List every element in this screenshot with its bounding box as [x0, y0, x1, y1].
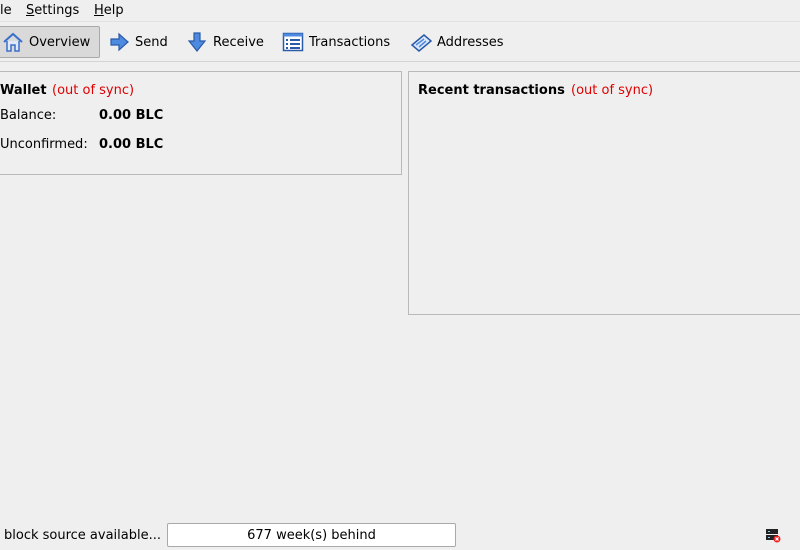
- address-book-icon: [410, 34, 432, 52]
- tab-addresses-label: Addresses: [437, 34, 504, 50]
- receive-arrow-icon: [187, 32, 207, 52]
- network-disconnected-icon[interactable]: [765, 527, 781, 543]
- menu-help-mnemonic: H: [94, 3, 104, 18]
- recent-sync-status: (out of sync): [571, 83, 654, 98]
- tab-addresses[interactable]: Addresses: [406, 26, 508, 58]
- recent-transactions-panel: [408, 71, 800, 315]
- wallet-title: Wallet: [0, 83, 47, 98]
- toolbar: Overview Send Receive Transactions Addre…: [0, 22, 800, 62]
- tab-transactions[interactable]: Transactions: [278, 26, 394, 58]
- status-bar: block source available... 677 week(s) be…: [0, 520, 800, 550]
- home-icon: [3, 32, 23, 52]
- tab-send[interactable]: Send: [104, 26, 172, 58]
- balance-label: Balance:: [0, 108, 57, 123]
- unconfirmed-label: Unconfirmed:: [0, 137, 88, 152]
- tab-receive[interactable]: Receive: [182, 26, 268, 58]
- tab-overview-label: Overview: [29, 34, 91, 50]
- sync-progress-bar: 677 week(s) behind: [167, 523, 456, 547]
- menu-file[interactable]: le: [0, 3, 12, 18]
- sync-progress-text: 677 week(s) behind: [247, 527, 376, 543]
- menu-settings-rest: ettings: [34, 3, 80, 18]
- menu-help[interactable]: Help: [94, 3, 124, 18]
- menu-settings[interactable]: Settings: [26, 3, 79, 18]
- menu-help-rest: elp: [103, 3, 124, 18]
- tab-transactions-label: Transactions: [309, 34, 391, 50]
- tab-receive-label: Receive: [213, 34, 264, 50]
- tab-overview[interactable]: Overview: [0, 26, 100, 58]
- recent-transactions-title: Recent transactions: [418, 83, 565, 98]
- send-arrow-icon: [110, 32, 129, 52]
- balance-value: 0.00 BLC: [99, 108, 164, 123]
- transactions-list-icon: [282, 32, 304, 52]
- menu-bar: le Settings Help: [0, 0, 800, 22]
- unconfirmed-value: 0.00 BLC: [99, 137, 164, 152]
- status-message: block source available...: [4, 528, 162, 543]
- wallet-sync-status: (out of sync): [52, 83, 135, 98]
- wallet-window: le Settings Help Overview Send Receive T…: [0, 0, 800, 550]
- tab-send-label: Send: [135, 34, 168, 50]
